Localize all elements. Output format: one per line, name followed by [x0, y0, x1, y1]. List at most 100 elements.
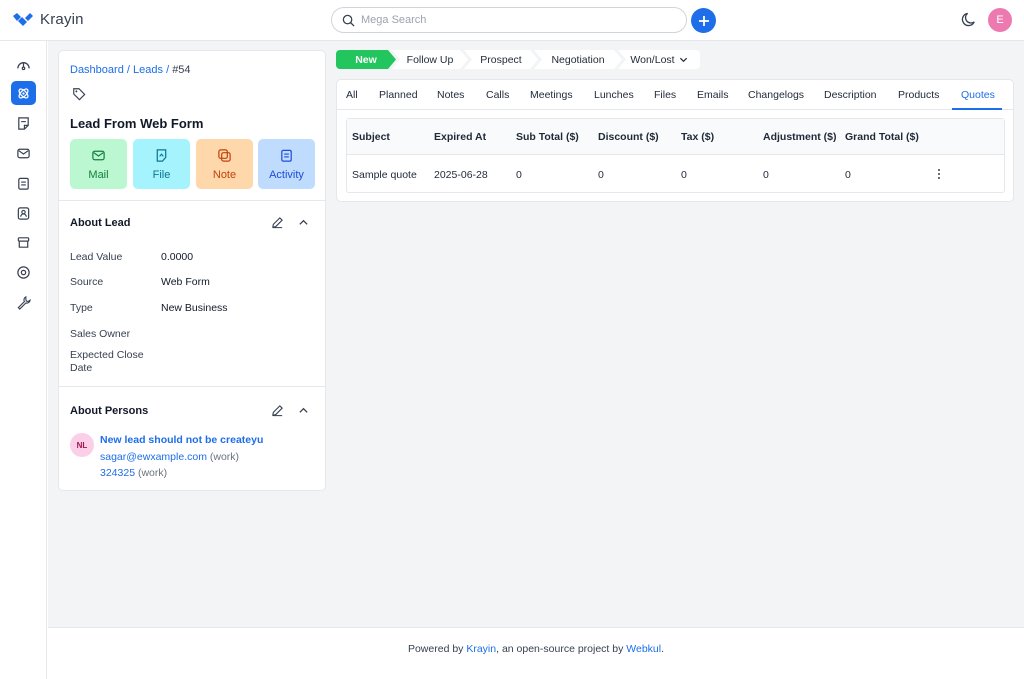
leads-icon[interactable] — [11, 81, 36, 105]
phone-type: (work) — [137, 467, 168, 479]
active-tab-indicator — [952, 108, 1002, 110]
stage-pipeline: New Follow Up Prospect Negotiation Won/L… — [336, 50, 700, 69]
quotes-table: Subject Expired At Sub Total ($) Discoun… — [346, 118, 1005, 193]
person-email: sagar@ewxample.com (work) — [100, 451, 239, 463]
products-icon[interactable] — [11, 230, 36, 254]
mega-search[interactable] — [331, 7, 687, 33]
chevron-up-icon[interactable] — [298, 217, 309, 228]
tab-planned[interactable]: Planned — [379, 89, 418, 101]
search-input[interactable] — [361, 14, 661, 26]
krayin-link[interactable]: Krayin — [466, 643, 496, 655]
breadcrumb-leads[interactable]: Leads — [133, 64, 163, 76]
tab-meetings[interactable]: Meetings — [530, 89, 573, 101]
app-name: Krayin — [40, 11, 84, 28]
table-cell: 0 — [516, 169, 522, 181]
user-avatar[interactable]: E — [988, 8, 1012, 32]
stage-follow-up[interactable]: Follow Up — [392, 50, 468, 69]
breadcrumb-dashboard[interactable]: Dashboard — [70, 64, 124, 76]
app-logo[interactable]: Krayin — [12, 11, 84, 28]
quotes-icon[interactable] — [11, 111, 36, 135]
contacts-icon[interactable] — [11, 201, 36, 225]
edit-icon[interactable] — [271, 404, 284, 417]
column-header: Expired At — [434, 131, 487, 143]
tab-lunches[interactable]: Lunches — [594, 89, 634, 101]
configuration-icon[interactable] — [11, 290, 36, 314]
dashboard-icon[interactable] — [11, 53, 36, 77]
sidebar-nav — [0, 41, 47, 679]
person-phone: 324325 (work) — [100, 467, 167, 479]
top-header: Krayin E — [0, 0, 1024, 41]
quick-create-button[interactable] — [691, 8, 716, 33]
tab-notes[interactable]: Notes — [437, 89, 464, 101]
chevron-down-icon — [679, 57, 687, 63]
tab-emails[interactable]: Emails — [697, 89, 729, 101]
activities-icon[interactable] — [11, 171, 36, 195]
tab-description[interactable]: Description — [824, 89, 877, 101]
table-header: Subject Expired At Sub Total ($) Discoun… — [347, 119, 1004, 155]
stage-prospect[interactable]: Prospect — [464, 50, 538, 69]
file-action-button[interactable]: File — [133, 139, 190, 189]
about-persons-tools — [271, 404, 309, 417]
chevron-up-icon[interactable] — [298, 405, 309, 416]
table-cell: Sample quote — [352, 169, 417, 181]
activity-panel: All Planned Notes Calls Meetings Lunches… — [336, 79, 1014, 202]
note-action-button[interactable]: Note — [196, 139, 253, 189]
source-value: Web Form — [161, 276, 210, 288]
email-type: (work) — [209, 451, 240, 463]
tab-products[interactable]: Products — [898, 89, 939, 101]
mail-icon — [92, 150, 105, 160]
column-header: Sub Total ($) — [516, 131, 579, 143]
source-label: Source — [70, 276, 104, 288]
activity-tabs: All Planned Notes Calls Meetings Lunches… — [337, 80, 1013, 110]
person-phone-link[interactable]: 324325 — [100, 467, 135, 479]
divider — [59, 200, 325, 201]
table-cell: 0 — [681, 169, 687, 181]
plus-icon — [698, 15, 709, 26]
about-lead-title: About Lead — [70, 217, 131, 229]
mail-action-button[interactable]: Mail — [70, 139, 127, 189]
tag-icon[interactable] — [72, 87, 86, 104]
activity-action-button[interactable]: Activity — [258, 139, 315, 189]
tab-quotes[interactable]: Quotes — [961, 89, 995, 101]
table-cell: 0 — [845, 169, 851, 181]
moon-icon — [961, 12, 975, 27]
lead-value: 0.0000 — [161, 251, 194, 263]
column-header: Grand Total ($) — [845, 131, 919, 143]
tab-calls[interactable]: Calls — [486, 89, 509, 101]
about-persons-title: About Persons — [70, 405, 149, 417]
column-header: Subject — [352, 131, 390, 143]
sales-owner-label: Sales Owner — [70, 328, 131, 340]
stage-new[interactable]: New — [336, 50, 396, 69]
column-header: Adjustment ($) — [763, 131, 837, 143]
lead-value-label: Lead Value — [70, 251, 123, 263]
tab-all[interactable]: All — [346, 89, 358, 101]
table-cell: 0 — [598, 169, 604, 181]
table-cell: 2025-06-28 — [434, 169, 488, 181]
type-label: Type — [70, 302, 93, 314]
type-value: New Business — [161, 302, 228, 314]
person-name-link[interactable]: New lead should not be createyu — [100, 434, 263, 446]
settings-icon[interactable] — [11, 260, 36, 284]
breadcrumb-current: #54 — [172, 64, 191, 76]
stage-won-lost[interactable]: Won/Lost — [618, 50, 700, 69]
stage-negotiation[interactable]: Negotiation — [534, 50, 622, 69]
webkul-link[interactable]: Webkul — [626, 643, 661, 655]
lead-details-panel: Dashboard / Leads / #54 Lead From Web Fo… — [58, 50, 326, 491]
search-icon — [342, 14, 355, 27]
note-icon — [218, 148, 231, 162]
person-avatar: NL — [70, 433, 94, 457]
activity-icon — [281, 149, 292, 162]
dark-mode-toggle[interactable] — [961, 11, 978, 31]
tab-files[interactable]: Files — [654, 89, 676, 101]
tab-changelogs[interactable]: Changelogs — [748, 89, 804, 101]
row-actions-menu-icon[interactable] — [935, 166, 943, 182]
krayin-logo-icon — [13, 12, 33, 26]
mail-icon[interactable] — [11, 141, 36, 165]
footer-text: Powered by Krayin, an open-source projec… — [407, 643, 665, 655]
about-lead-tools — [271, 216, 309, 229]
table-cell: 0 — [763, 169, 769, 181]
person-email-link[interactable]: sagar@ewxample.com — [100, 451, 207, 463]
divider — [59, 386, 325, 387]
edit-icon[interactable] — [271, 216, 284, 229]
breadcrumb: Dashboard / Leads / #54 — [70, 64, 191, 76]
